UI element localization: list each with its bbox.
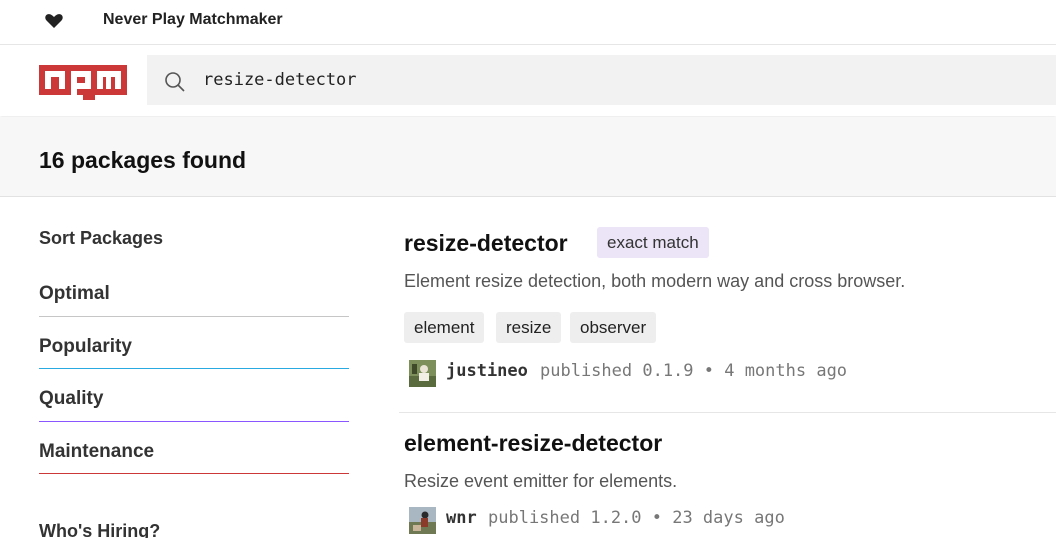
sort-underline-popularity [39,368,349,369]
keyword-tag[interactable]: element [404,312,485,343]
publish-info: published 0.1.9 • 4 months ago [540,361,848,381]
heart-icon [45,14,63,28]
search-input[interactable] [203,55,1043,105]
avatar[interactable] [409,360,436,387]
sort-option-quality[interactable]: Quality [39,388,349,410]
package-name-link[interactable]: resize-detector [404,230,568,257]
sort-underline-maintenance [39,473,349,474]
sort-option-label: Popularity [39,336,132,357]
exact-match-badge: exact match [597,227,709,258]
whos-hiring-heading: Who's Hiring? [39,521,161,538]
sort-option-popularity[interactable]: Popularity [39,336,349,358]
keyword-tag[interactable]: observer [570,312,657,343]
package-description: Element resize detection, both modern wa… [404,271,906,291]
sort-option-label: Optimal [39,283,110,304]
author-name[interactable]: wnr [446,508,477,528]
package-description: Resize event emitter for elements. [404,471,678,491]
sort-option-optimal[interactable]: Optimal [39,283,349,305]
sort-option-label: Maintenance [39,441,155,462]
results-header: 16 packages found [0,117,1056,197]
sort-heading: Sort Packages [39,228,164,248]
sort-option-maintenance[interactable]: Maintenance [39,441,349,463]
results-count: 16 packages found [39,147,247,173]
author-name[interactable]: justineo [446,361,528,381]
sort-option-label: Quality [39,388,104,409]
avatar[interactable] [409,507,436,534]
tagline: Never Play Matchmaker [103,11,283,28]
sort-underline-optimal [39,316,349,317]
package-name-link[interactable]: element-resize-detector [404,430,662,457]
result-divider [399,412,1056,413]
keyword-tag[interactable]: resize [496,312,562,343]
search-bar[interactable] [147,55,1056,105]
publish-info: published 1.2.0 • 23 days ago [488,508,785,528]
top-banner: Never Play Matchmaker [0,0,1056,45]
search-icon [165,72,185,92]
npm-logo[interactable] [39,65,127,100]
site-header [0,45,1056,116]
sort-underline-quality [39,421,349,422]
